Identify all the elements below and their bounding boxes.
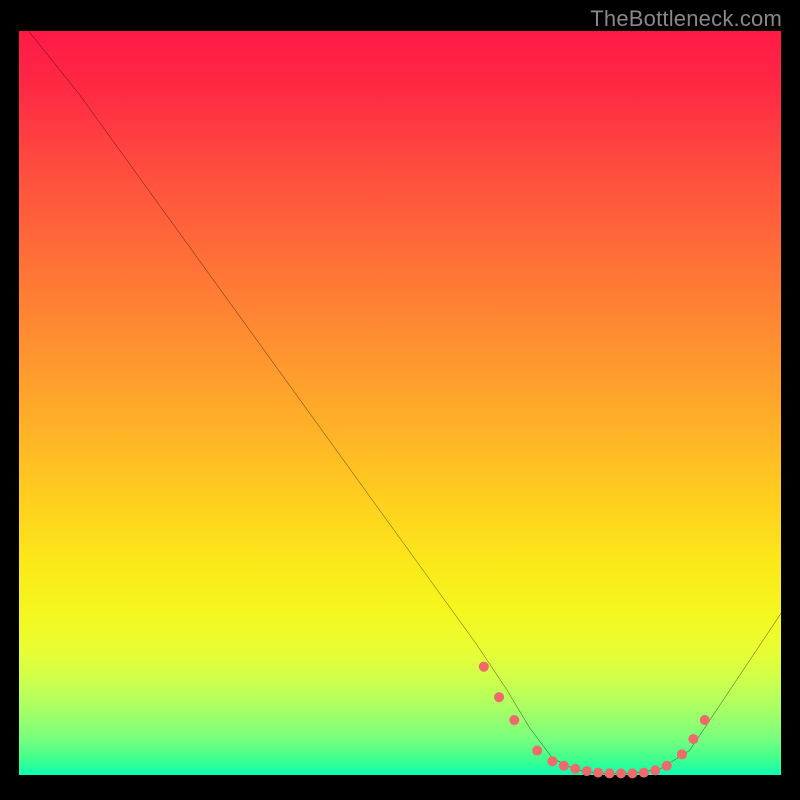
sweet-spot-marker — [582, 766, 592, 776]
sweet-spot-marker — [700, 715, 710, 725]
sweet-spot-marker — [650, 765, 660, 775]
sweet-spot-marker — [605, 768, 615, 778]
sweet-spot-marker — [639, 768, 649, 778]
sweet-spot-marker — [559, 761, 569, 771]
sweet-spot-marker — [479, 662, 489, 672]
bottleneck-curve-line — [19, 19, 781, 773]
chart-svg-layer — [19, 19, 781, 781]
sweet-spot-marker — [627, 768, 637, 778]
watermark-text: TheBottleneck.com — [590, 6, 782, 32]
sweet-spot-marker — [547, 756, 557, 766]
sweet-spot-marker — [494, 692, 504, 702]
sweet-spot-marker — [662, 761, 672, 771]
sweet-spot-marker — [532, 745, 542, 755]
sweet-spot-marker — [677, 749, 687, 759]
bottleneck-chart — [19, 19, 781, 781]
sweet-spot-markers — [479, 662, 710, 779]
sweet-spot-marker — [616, 768, 626, 778]
sweet-spot-marker — [593, 768, 603, 778]
sweet-spot-marker — [570, 764, 580, 774]
sweet-spot-marker — [509, 715, 519, 725]
sweet-spot-marker — [688, 734, 698, 744]
